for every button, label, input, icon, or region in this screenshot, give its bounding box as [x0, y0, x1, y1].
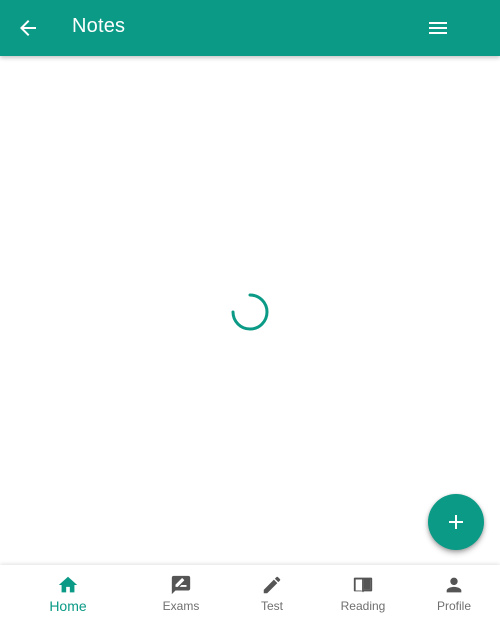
back-button[interactable] [8, 8, 48, 48]
book-open-icon [352, 574, 374, 596]
home-icon [57, 574, 79, 596]
nav-item-profile[interactable]: Profile [404, 565, 500, 625]
menu-button[interactable] [418, 8, 458, 48]
nav-item-reading[interactable]: Reading [313, 565, 413, 625]
page-title: Notes [72, 15, 126, 37]
menu-icon [429, 22, 447, 34]
notes-content [0, 56, 500, 565]
nav-item-home[interactable]: Home [18, 565, 118, 625]
add-note-button[interactable] [428, 494, 484, 550]
nav-item-exams[interactable]: Exams [131, 565, 231, 625]
loading-spinner [231, 293, 269, 331]
nav-label-home: Home [49, 598, 87, 614]
nav-label-profile: Profile [436, 599, 471, 613]
rate-review-icon [170, 574, 192, 596]
plus-icon [449, 515, 463, 529]
pencil-icon [261, 574, 283, 596]
arrow-back-icon [20, 20, 36, 36]
nav-label-exams: Exams [162, 599, 200, 613]
nav-label-reading: Reading [340, 599, 386, 613]
nav-item-test[interactable]: Test [222, 565, 322, 625]
app-bar: Notes [0, 0, 500, 56]
person-icon [443, 574, 465, 596]
nav-label-test: Test [260, 599, 283, 613]
bottom-navigation: Home Exams Test Reading Profile [0, 565, 500, 625]
app-screen: Notes Home Exams Test Reading Profile [0, 0, 500, 625]
